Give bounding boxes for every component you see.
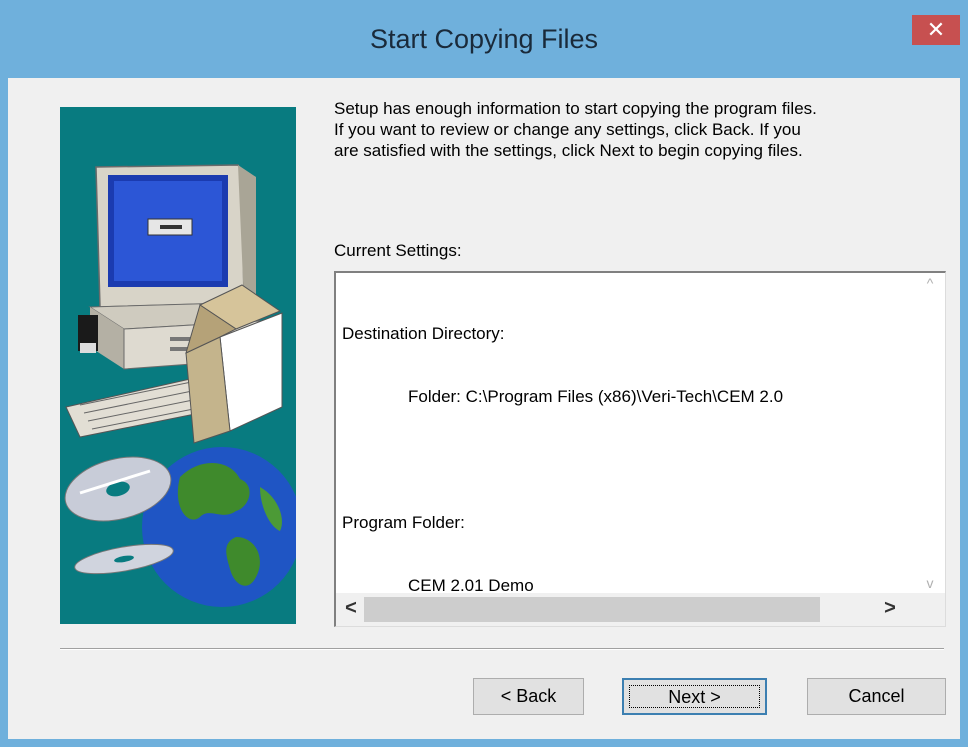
cancel-button[interactable]: Cancel — [807, 678, 946, 715]
setup-illustration — [60, 107, 296, 624]
horizontal-scrollbar[interactable]: < > — [336, 593, 917, 626]
settings-text: Destination Directory: Folder: C:\Progra… — [342, 281, 784, 626]
destination-folder-path: Folder: C:\Program Files (x86)\Veri-Tech… — [408, 387, 784, 406]
window-title: Start Copying Files — [369, 24, 599, 54]
dialog-body: Setup has enough information to start co… — [8, 78, 960, 739]
close-button[interactable]: ✕ — [912, 15, 960, 45]
destination-directory-label: Destination Directory: — [342, 324, 505, 343]
vertical-scrollbar[interactable]: ^ v — [915, 273, 945, 593]
back-button-label: < Back — [500, 686, 557, 706]
back-button[interactable]: < Back — [473, 678, 584, 715]
current-settings-box[interactable]: Destination Directory: Folder: C:\Progra… — [334, 271, 946, 627]
scrollbar-corner — [915, 593, 945, 626]
current-settings-label: Current Settings: — [334, 241, 462, 260]
intro-text: Setup has enough information to start co… — [334, 98, 949, 161]
software-box-icon — [185, 284, 283, 444]
horizontal-scroll-thumb[interactable] — [364, 597, 820, 622]
cancel-button-label: Cancel — [848, 686, 905, 706]
scroll-right-arrow[interactable]: > — [877, 597, 903, 620]
next-button-label: Next > — [668, 687, 721, 707]
close-icon: ✕ — [926, 17, 946, 42]
program-folder-label: Program Folder: — [342, 513, 465, 532]
scroll-up-arrow[interactable]: ^ — [915, 275, 945, 291]
button-divider — [60, 648, 944, 650]
next-button[interactable]: Next > — [622, 678, 767, 715]
scroll-down-arrow[interactable]: v — [915, 575, 945, 591]
setup-dialog: Start Copying Files ✕ Setup has enough i… — [0, 0, 968, 747]
title-bar[interactable]: Start Copying Files ✕ — [0, 0, 968, 78]
intro-paragraph: Setup has enough information to start co… — [334, 99, 817, 160]
scroll-left-arrow[interactable]: < — [338, 597, 364, 620]
